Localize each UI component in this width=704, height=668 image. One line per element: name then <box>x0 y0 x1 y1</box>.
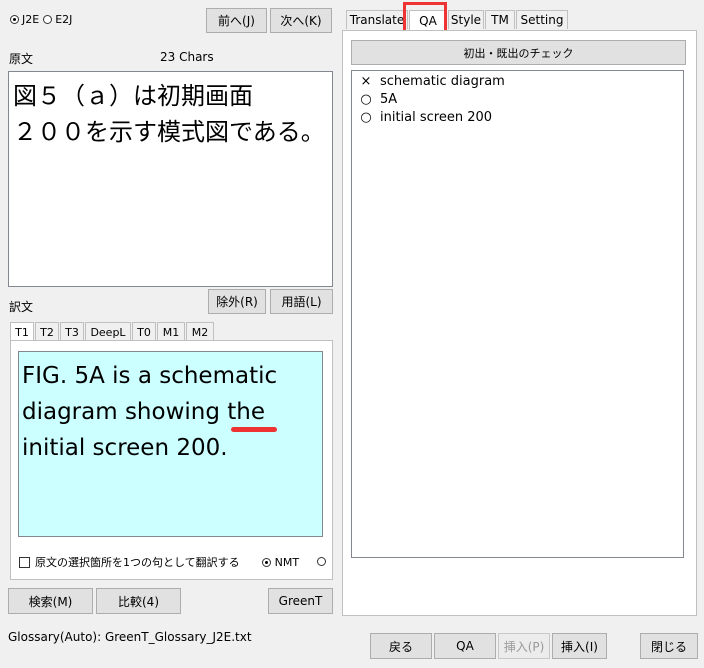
qa-item[interactable]: × schematic diagram <box>352 73 683 91</box>
exclude-button[interactable]: 除外(R) <box>208 289 266 314</box>
tab-m1[interactable]: M1 <box>157 322 185 341</box>
qa-item-mark: × <box>360 74 372 89</box>
source-line-2: ２００を示す模式図である。 <box>13 118 325 146</box>
tab-t3[interactable]: T3 <box>60 322 84 341</box>
tab-m2[interactable]: M2 <box>186 322 214 341</box>
target-line-1: FIG. 5A is a schematic <box>22 363 278 389</box>
nmt-label: NMT <box>274 555 300 569</box>
tab-setting[interactable]: Setting <box>516 10 568 29</box>
qa-item-mark: ○ <box>360 110 372 125</box>
target-line-2: diagram showing the <box>22 394 322 430</box>
nmt-radio[interactable] <box>261 557 271 567</box>
next-button[interactable]: 次へ(K) <box>270 8 332 33</box>
insert-i-button[interactable]: 挿入(I) <box>552 633 607 659</box>
qa-item[interactable]: ○ 5A <box>352 91 683 109</box>
tab-deepl[interactable]: DeepL <box>85 322 131 341</box>
target-label: 訳文 <box>9 300 34 314</box>
e2j-label[interactable]: E2J <box>55 13 72 26</box>
tab-t2[interactable]: T2 <box>35 322 59 341</box>
target-tab-strip: T1 T2 T3 DeepL T0 M1 M2 <box>10 322 333 341</box>
qa-item-mark: ○ <box>360 92 372 107</box>
tab-style[interactable]: Style <box>448 10 484 29</box>
qa-item-text: schematic diagram <box>380 74 505 89</box>
search-button[interactable]: 検索(M) <box>8 588 93 614</box>
flagged-word-underline <box>231 427 277 432</box>
target-textbox[interactable]: FIG. 5A is a schematic diagram showing t… <box>18 351 323 537</box>
glossary-status: Glossary(Auto): GreenT_Glossary_J2E.txt <box>8 630 252 644</box>
source-textbox[interactable]: 図５（ａ）は初期画面 ２００を示す模式図である。 <box>8 71 333 287</box>
source-line-1: 図５（ａ）は初期画面 <box>13 82 253 110</box>
greent-button[interactable]: GreenT <box>268 588 333 614</box>
other-engine-radio[interactable] <box>317 557 326 566</box>
flagged-word[interactable]: the <box>227 399 265 425</box>
e2j-radio[interactable] <box>43 14 53 24</box>
qa-items: × schematic diagram ○ 5A ○ initial screen 2… <box>352 73 683 127</box>
back-button[interactable]: 戻る <box>370 633 432 659</box>
compare-button[interactable]: 比較(4) <box>96 588 181 614</box>
qa-item-text: 5A <box>380 92 398 107</box>
options-row: 原文の選択箇所を1つの句として翻訳する NMT <box>19 555 299 569</box>
tab-t0[interactable]: T0 <box>132 322 156 341</box>
target-line-2-text: diagram showing <box>22 399 228 425</box>
tab-tm[interactable]: TM <box>485 10 515 29</box>
tab-t1[interactable]: T1 <box>10 322 34 341</box>
tab-translate[interactable]: Translate <box>346 10 408 29</box>
prev-button[interactable]: 前へ(J) <box>206 8 267 33</box>
sentence-checkbox-label: 原文の選択箇所を1つの句として翻訳する <box>35 556 240 569</box>
mode-radio-group: J2E E2J <box>10 11 72 27</box>
qa-button[interactable]: QA <box>434 633 496 659</box>
qa-item-text: initial screen 200 <box>380 110 493 125</box>
source-label: 原文 <box>9 52 34 66</box>
qa-item[interactable]: ○ initial screen 200 <box>352 109 683 127</box>
close-button[interactable]: 閉じる <box>640 633 698 659</box>
j2e-label[interactable]: J2E <box>22 13 39 26</box>
first-use-check-button[interactable]: 初出・既出のチェック <box>351 40 686 65</box>
insert-p-button[interactable]: 挿入(P) <box>498 633 550 659</box>
terms-button[interactable]: 用語(L) <box>270 289 333 314</box>
target-line-3: initial screen 200. <box>22 435 228 461</box>
qa-results-list[interactable]: × schematic diagram ○ 5A ○ initial screen 2… <box>351 70 684 558</box>
right-tab-strip: Translate QA Style TM Setting <box>342 10 697 30</box>
j2e-radio[interactable] <box>10 14 19 24</box>
sentence-checkbox[interactable] <box>19 556 30 568</box>
char-count: 23 Chars <box>160 50 214 64</box>
